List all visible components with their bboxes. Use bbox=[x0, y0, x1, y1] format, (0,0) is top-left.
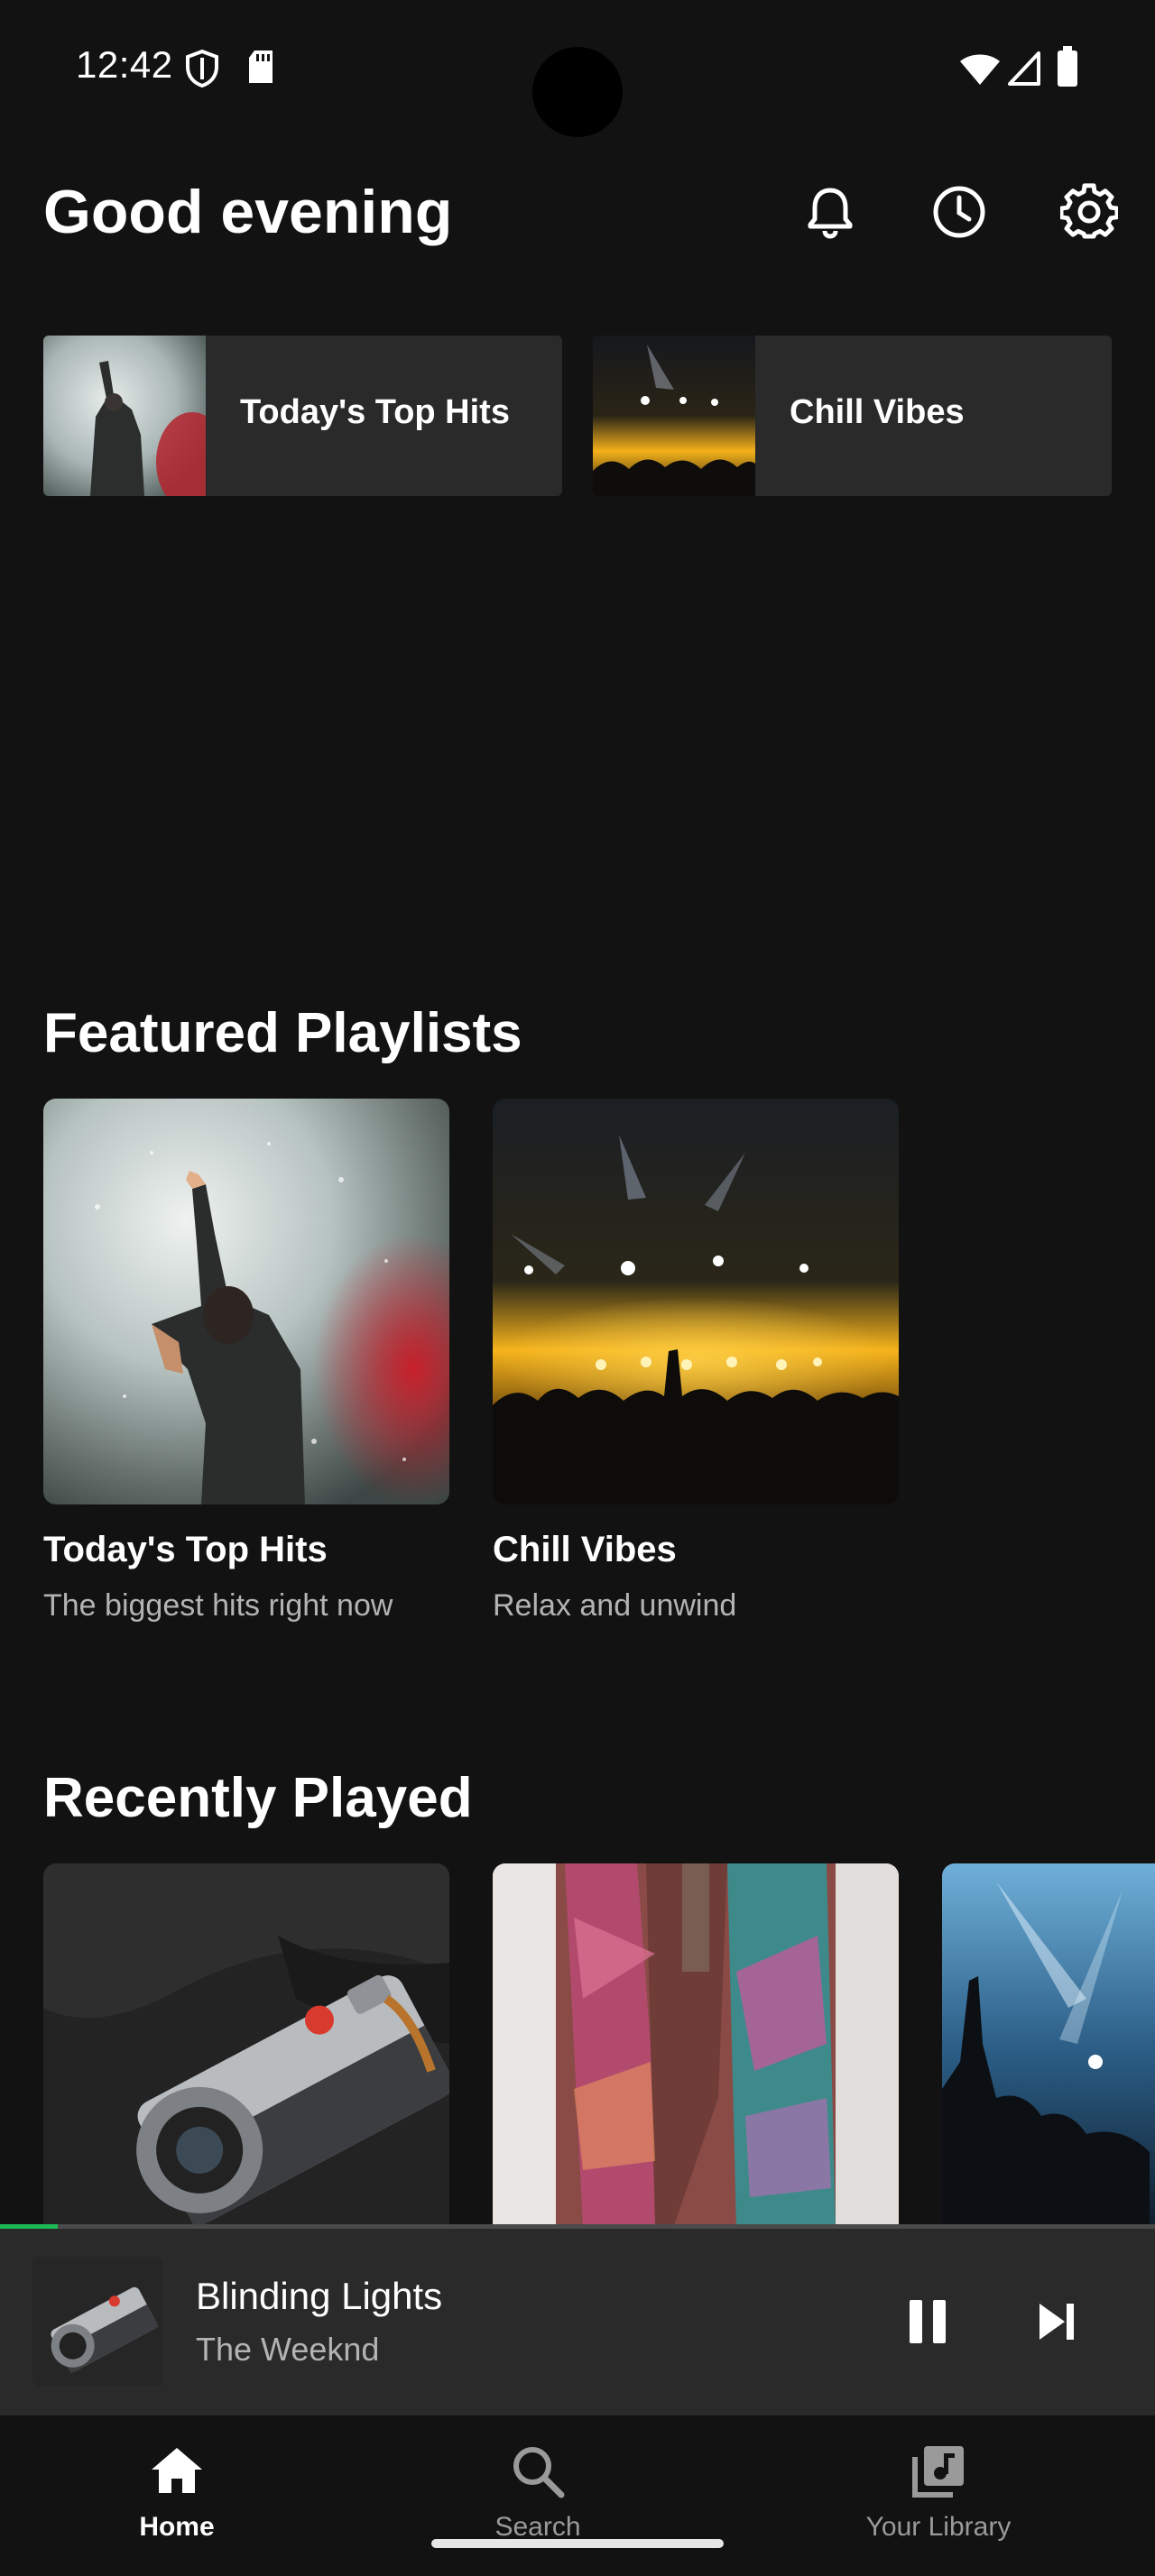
status-time: 12:42 bbox=[76, 43, 173, 86]
featured-card-chill-vibes[interactable]: Chill Vibes Relax and unwind bbox=[493, 1099, 899, 1624]
recent-card-concert[interactable] bbox=[942, 1863, 1155, 2228]
now-playing-title: Blinding Lights bbox=[196, 2275, 443, 2317]
search-icon bbox=[513, 2447, 565, 2498]
library-icon bbox=[912, 2446, 964, 2498]
featured-section-title: Featured Playlists bbox=[43, 1002, 522, 1064]
camera-cutout bbox=[532, 47, 623, 137]
chill-vibes-artwork bbox=[493, 1099, 899, 1504]
quick-tile-label: Chill Vibes bbox=[790, 393, 965, 431]
shield-icon bbox=[186, 49, 218, 88]
camera-artwork bbox=[43, 1863, 449, 2228]
now-playing-artist: The Weeknd bbox=[196, 2331, 380, 2368]
nav-label: Your Library bbox=[865, 2512, 1012, 2542]
app-screen: 12:42 Good evening Today's Top Hits Chil… bbox=[0, 0, 1155, 2576]
bottom-navigation: Home Search Your Library bbox=[0, 2415, 1155, 2576]
featured-card-title: Chill Vibes bbox=[493, 1530, 677, 1569]
chill-vibes-cover bbox=[493, 1099, 899, 1504]
history-clock-icon[interactable] bbox=[930, 183, 988, 241]
recent-card-camera[interactable] bbox=[43, 1863, 449, 2228]
quick-tile-label: Today's Top Hits bbox=[240, 393, 510, 431]
greeting-title: Good evening bbox=[43, 178, 453, 246]
playback-progress-track[interactable] bbox=[0, 2224, 1155, 2229]
status-bar: 12:42 bbox=[0, 0, 1155, 137]
quick-tile-top-hits[interactable]: Today's Top Hits bbox=[43, 336, 562, 496]
gesture-home-indicator[interactable] bbox=[431, 2539, 724, 2548]
featured-card-subtitle: The biggest hits right now bbox=[43, 1588, 393, 1623]
settings-gear-icon[interactable] bbox=[1060, 183, 1118, 241]
quick-tile-chill-vibes[interactable]: Chill Vibes bbox=[593, 336, 1112, 496]
sd-card-icon bbox=[249, 51, 273, 83]
signal-icon bbox=[1008, 51, 1040, 86]
scarf-artwork bbox=[493, 1863, 899, 2228]
top-hits-artwork bbox=[43, 1099, 449, 1504]
top-hits-thumbnail bbox=[43, 336, 206, 496]
pause-icon[interactable] bbox=[899, 2293, 956, 2351]
camera-thumbnail bbox=[32, 2257, 162, 2387]
featured-card-subtitle: Relax and unwind bbox=[493, 1588, 737, 1623]
skip-next-icon[interactable] bbox=[1029, 2293, 1086, 2351]
playback-progress-fill bbox=[0, 2224, 58, 2229]
featured-card-top-hits[interactable]: Today's Top Hits The biggest hits right … bbox=[43, 1099, 449, 1624]
mini-player[interactable]: Blinding Lights The Weeknd bbox=[0, 2224, 1155, 2415]
featured-card-title: Today's Top Hits bbox=[43, 1530, 328, 1569]
bell-icon[interactable] bbox=[801, 183, 859, 241]
recent-card-scarf[interactable] bbox=[493, 1863, 899, 2228]
battery-icon bbox=[1058, 46, 1077, 87]
nav-search[interactable]: Search bbox=[402, 2443, 673, 2543]
nav-label: Home bbox=[139, 2512, 215, 2542]
chill-vibes-thumbnail bbox=[593, 336, 755, 496]
wifi-icon bbox=[960, 54, 1000, 85]
nav-your-library[interactable]: Your Library bbox=[803, 2443, 1074, 2543]
home-icon bbox=[152, 2448, 202, 2493]
top-hits-cover bbox=[43, 1099, 449, 1504]
nav-label: Search bbox=[494, 2512, 581, 2542]
now-playing-artwork bbox=[32, 2257, 162, 2387]
recent-section-title: Recently Played bbox=[43, 1767, 473, 1829]
nav-home[interactable]: Home bbox=[42, 2443, 312, 2543]
concert-artwork bbox=[942, 1863, 1155, 2228]
